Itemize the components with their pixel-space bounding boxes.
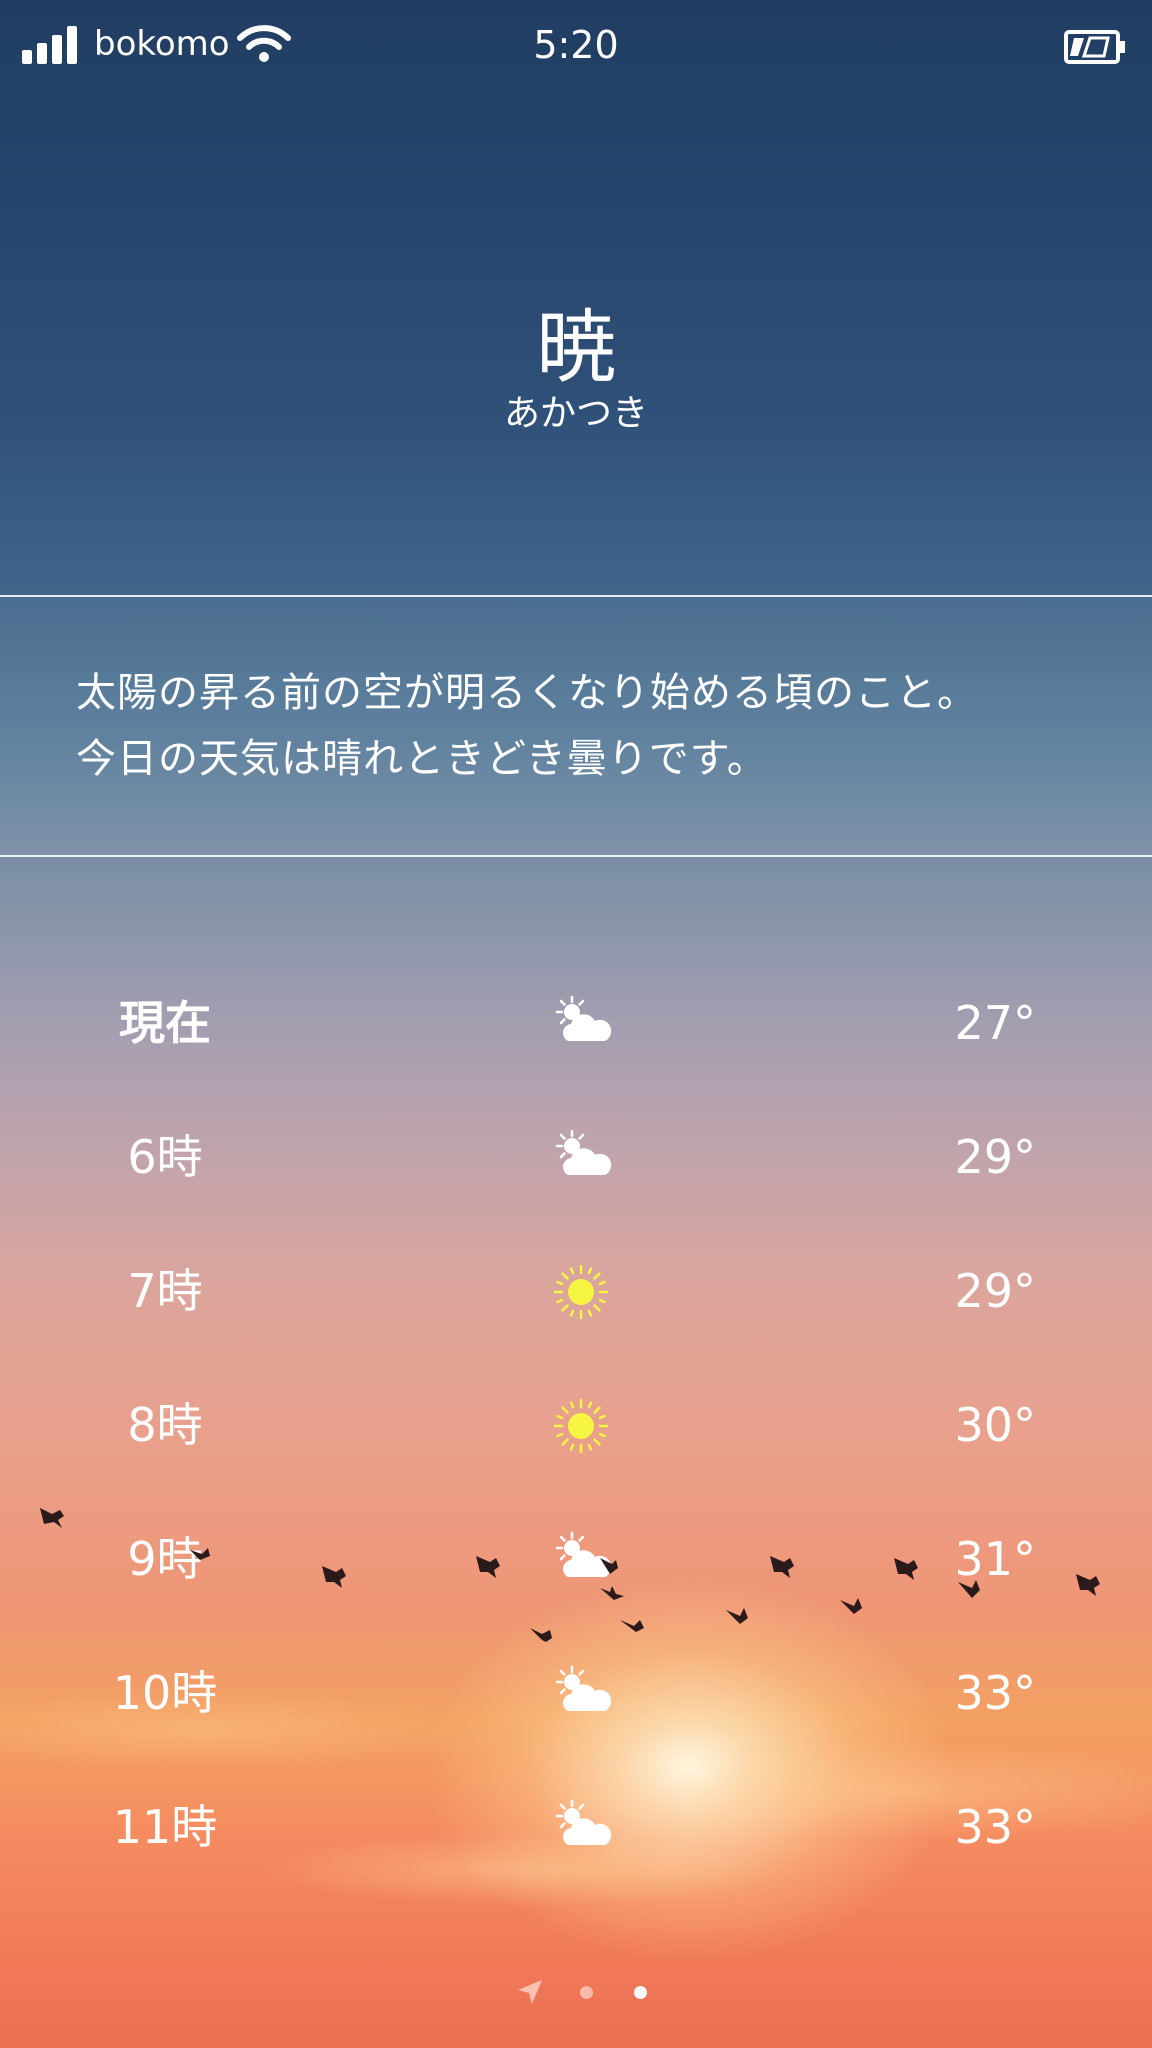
forecast-hour: 9時 — [127, 1532, 203, 1586]
partly-cloudy-icon — [555, 1665, 612, 1711]
top-divider — [0, 595, 1152, 597]
status-bar: bokomo 5:20 — [0, 0, 1152, 96]
forecast-hour: 10時 — [112, 1666, 218, 1720]
forecast-temp: 31° — [954, 1532, 1036, 1586]
forecast-hour: 8時 — [127, 1398, 203, 1452]
forecast-hour: 7時 — [127, 1264, 203, 1318]
forecast-hour: 現在 — [119, 996, 211, 1050]
forecast-temp: 33° — [954, 1666, 1036, 1720]
description-line-1: 太陽の昇る前の空が明るくなり始める頃のこと。 — [76, 670, 978, 716]
forecast-row: 10時 33° — [0, 1625, 1152, 1759]
title-reading: あかつき — [503, 393, 648, 434]
partly-cloudy-icon — [555, 1129, 612, 1175]
forecast-temp: 33° — [954, 1800, 1036, 1854]
location-arrow-icon[interactable] — [516, 1978, 544, 2006]
description-line-2: 今日の天気は晴れときどき曇りです。 — [76, 736, 768, 782]
page-dot-2-active[interactable] — [634, 1986, 647, 1999]
header: 暁 あかつき — [0, 300, 1152, 434]
forecast-hour: 11時 — [112, 1800, 218, 1854]
forecast-row: 7時 29° — [0, 1223, 1152, 1357]
forecast-row: 8時 30° — [0, 1357, 1152, 1491]
page-title: 暁 — [536, 301, 616, 394]
battery-icon — [1064, 30, 1125, 64]
forecast-temp: 27° — [954, 996, 1036, 1050]
weather-description: 太陽の昇る前の空が明るくなり始める頃のこと。 今日の天気は晴れときどき曇りです。 — [76, 660, 1096, 792]
forecast-temp: 29° — [954, 1130, 1036, 1184]
sunny-icon — [553, 1398, 609, 1454]
forecast-hour: 6時 — [127, 1130, 203, 1184]
forecast-temp: 30° — [954, 1398, 1036, 1452]
clock-time: 5:20 — [533, 23, 619, 67]
sunny-icon — [553, 1264, 609, 1320]
forecast-row: 11時 33° — [0, 1759, 1152, 1893]
page-indicator[interactable] — [0, 1970, 1152, 2010]
partly-cloudy-icon — [555, 1531, 612, 1577]
page-dot-1[interactable] — [580, 1986, 593, 1999]
bottom-divider — [0, 855, 1152, 857]
forecast-temp: 29° — [954, 1264, 1036, 1318]
forecast-row: 現在 27° — [0, 955, 1152, 1089]
forecast-row: 9時 31° — [0, 1491, 1152, 1625]
partly-cloudy-icon — [555, 1799, 612, 1845]
partly-cloudy-icon — [555, 995, 612, 1041]
forecast-row: 6時 29° — [0, 1089, 1152, 1223]
